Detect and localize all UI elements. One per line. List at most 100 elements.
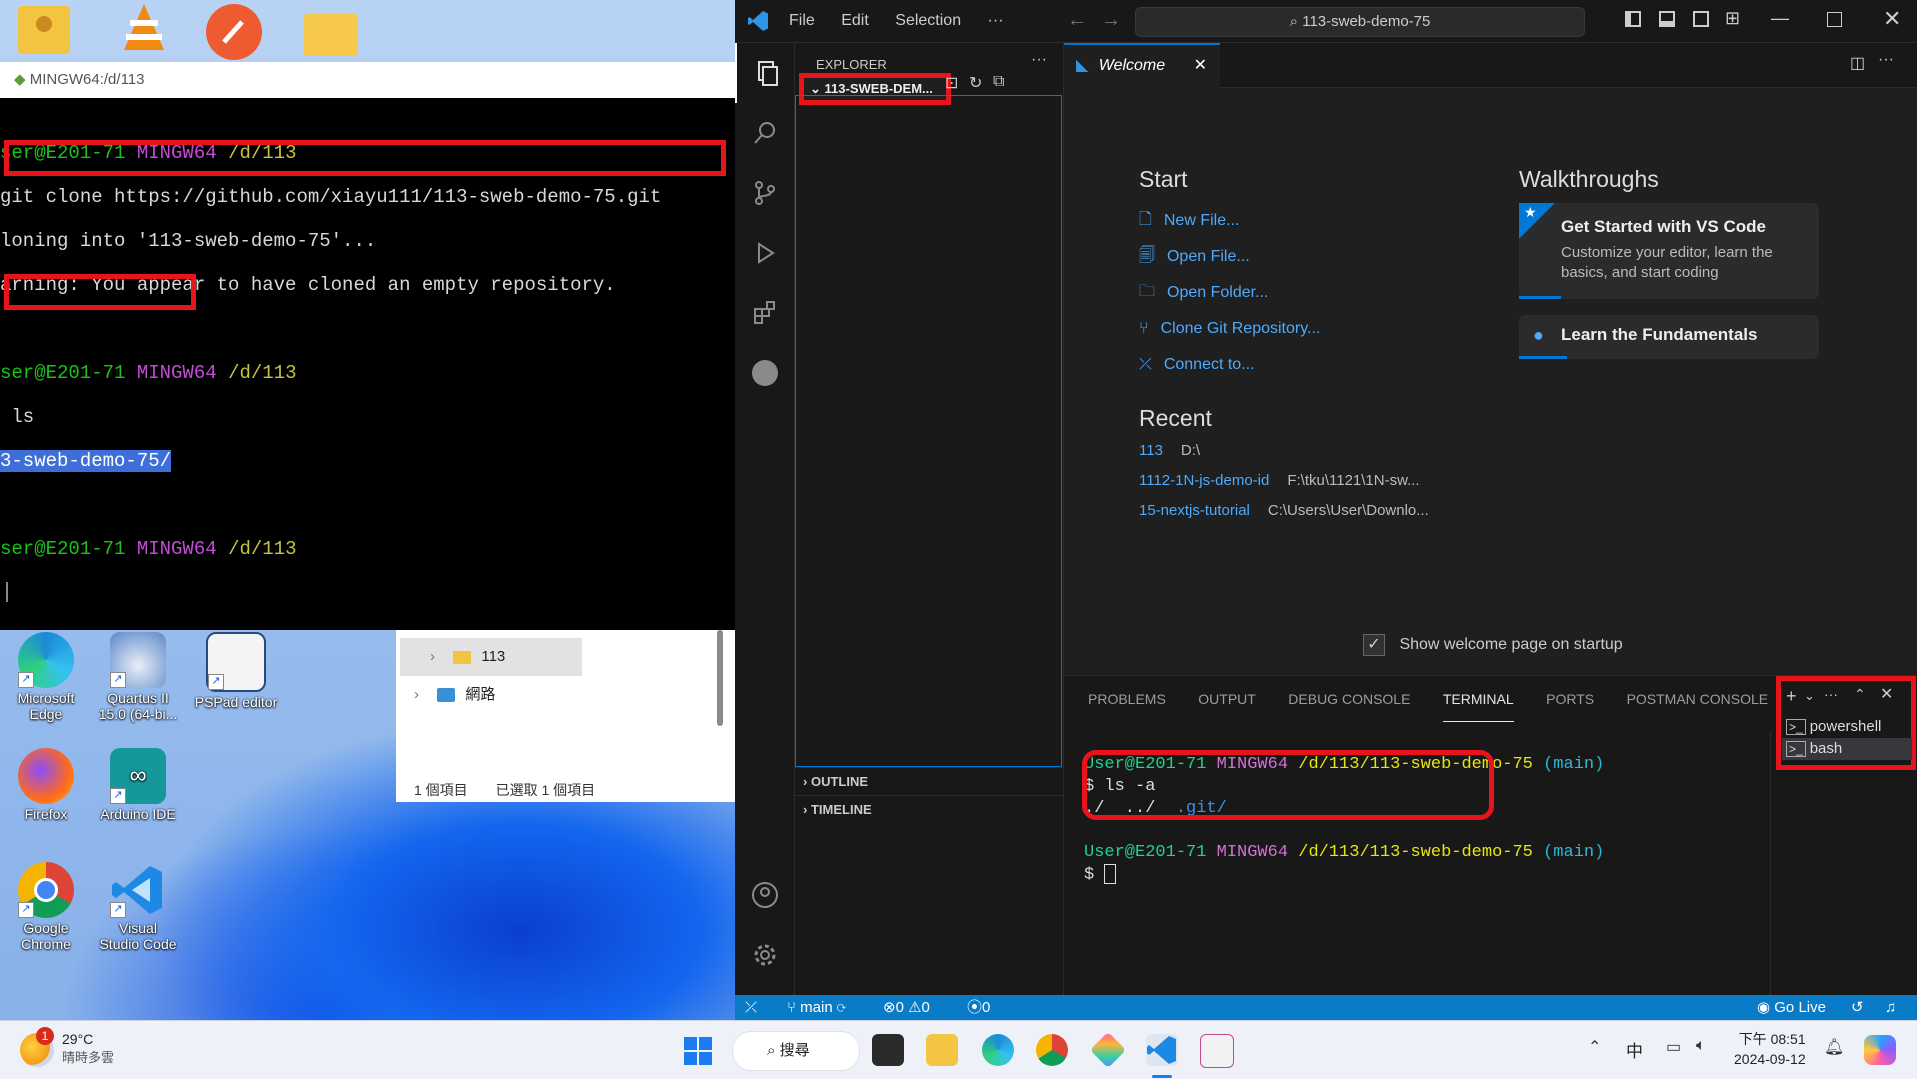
split-editor-icon[interactable]: ◫ xyxy=(1850,53,1865,73)
open-file-link[interactable]: 🗐 Open File... xyxy=(1139,239,1579,275)
folder-icon[interactable] xyxy=(304,14,358,56)
tab-terminal[interactable]: TERMINAL xyxy=(1442,677,1514,722)
refresh-icon[interactable]: ↻ xyxy=(969,73,982,93)
weather-icon[interactable]: 1 xyxy=(20,1027,54,1067)
toggle-panel-icon[interactable] xyxy=(1659,11,1675,27)
chevron-up-icon[interactable]: ⌃ xyxy=(1588,1037,1601,1057)
scrollbar[interactable] xyxy=(717,630,723,726)
close-panel-icon[interactable]: ✕ xyxy=(1880,684,1893,704)
tab-problems[interactable]: PROBLEMS xyxy=(1088,676,1166,722)
toggle-secondary-sidebar-icon[interactable] xyxy=(1693,11,1709,27)
more-actions-icon[interactable]: ··· xyxy=(1878,51,1894,69)
bell-icon[interactable]: ♫ xyxy=(1885,995,1896,1020)
recent-item[interactable]: 113 D:\ xyxy=(1139,442,1579,472)
menu-selection[interactable]: Selection xyxy=(895,0,961,42)
more-actions-icon[interactable]: ··· xyxy=(1824,686,1838,702)
sourcetree-icon[interactable] xyxy=(1089,1031,1127,1069)
menu-file[interactable]: File xyxy=(789,0,815,42)
chevron-down-icon[interactable]: ⌄ xyxy=(1804,688,1815,704)
tree-item-113[interactable]: › 113 xyxy=(400,638,582,676)
explorer-icon[interactable] xyxy=(735,43,796,103)
task-view-icon[interactable] xyxy=(872,1034,904,1066)
problems-status[interactable]: ⊗0 ⚠0 xyxy=(883,995,930,1020)
git-bash-window[interactable]: ◆ MINGW64:/d/113 ser@E201-71 MINGW64 /d/… xyxy=(0,62,735,630)
minimize-icon[interactable]: — xyxy=(1771,8,1789,29)
collapse-all-icon[interactable]: ⧉ xyxy=(993,73,1004,91)
folder-icon xyxy=(453,650,472,664)
settings-gear-icon[interactable] xyxy=(735,925,794,985)
user-folder-icon[interactable] xyxy=(18,6,70,54)
history-icon[interactable]: ↺ xyxy=(1851,995,1864,1020)
toggle-sidebar-icon[interactable] xyxy=(1625,11,1641,27)
ime-indicator[interactable]: 中 xyxy=(1626,1037,1643,1062)
volume-icon[interactable]: 🔈︎ xyxy=(1696,1037,1706,1055)
start-icon[interactable] xyxy=(684,1037,712,1065)
new-file-link[interactable]: 🗋 New File... xyxy=(1139,203,1579,239)
tab-postman-console[interactable]: POSTMAN CONSOLE xyxy=(1627,676,1769,722)
run-debug-icon[interactable] xyxy=(735,223,794,283)
remote-icon[interactable]: ⤫ xyxy=(745,995,757,1020)
edge-icon[interactable] xyxy=(982,1034,1014,1066)
tab-output[interactable]: OUTPUT xyxy=(1198,676,1256,722)
explorer-tree[interactable] xyxy=(795,95,1062,767)
walkthrough-get-started[interactable]: ★ Get Started with VS Code Customize you… xyxy=(1519,203,1819,299)
command-center-search[interactable]: ⌕ 113-sweb-demo-75 xyxy=(1135,7,1585,37)
terminal-item-powershell[interactable]: >_ powershell xyxy=(1786,716,1912,738)
forward-arrow-icon[interactable]: → xyxy=(1101,9,1121,32)
desktop-icon-arduino[interactable]: ∞ ↗ Arduino IDE xyxy=(92,748,184,822)
source-control-icon[interactable] xyxy=(735,163,794,223)
outline-section[interactable]: › OUTLINE xyxy=(795,767,1071,796)
menu-more[interactable]: ··· xyxy=(988,0,1004,42)
postman-extension-icon[interactable] xyxy=(735,343,794,403)
recent-item[interactable]: 1112-1N-js-demo-id F:\tku\1121\1N-sw... xyxy=(1139,472,1579,502)
vscode-taskbar-icon[interactable] xyxy=(1146,1034,1178,1066)
vscode-window[interactable]: File Edit Selection ··· ← → ⌕ 113-sweb-d… xyxy=(735,0,1917,1020)
open-folder-link[interactable]: 🗀 Open Folder... xyxy=(1139,275,1579,311)
show-welcome-toggle[interactable]: ✓ Show welcome page on startup xyxy=(1363,634,1623,656)
desktop-icon-chrome[interactable]: ↗ Google Chrome xyxy=(0,862,92,952)
recent-item[interactable]: 15-nextjs-tutorial C:\Users\User\Downlo..… xyxy=(1139,502,1579,532)
tab-debug-console[interactable]: DEBUG CONSOLE xyxy=(1288,676,1410,722)
go-live-button[interactable]: ◉ Go Live xyxy=(1757,995,1826,1020)
accounts-icon[interactable] xyxy=(735,865,794,925)
close-window-icon[interactable]: ✕ xyxy=(1883,6,1901,32)
maximize-panel-icon[interactable]: ⌃ xyxy=(1854,686,1866,703)
timeline-section[interactable]: › TIMELINE xyxy=(795,795,1071,824)
back-arrow-icon[interactable]: ← xyxy=(1067,9,1087,32)
chrome-icon[interactable] xyxy=(1036,1034,1068,1066)
git-bash-terminal[interactable]: ser@E201-71 MINGW64 /d/113 git clone htt… xyxy=(0,98,735,652)
clone-repo-link[interactable]: ⑂ Clone Git Repository... xyxy=(1139,311,1579,347)
branch-status[interactable]: ⑂ main ⟳ xyxy=(787,995,846,1020)
network-icon[interactable]: ▭ xyxy=(1666,1037,1681,1057)
notifications-bell-icon[interactable]: 🔔︎ xyxy=(1824,1037,1844,1057)
maximize-icon[interactable] xyxy=(1827,12,1842,27)
new-folder-icon[interactable]: ⊡ xyxy=(945,73,958,93)
more-actions-icon[interactable]: ··· xyxy=(1031,51,1047,69)
snipping-tool-icon[interactable] xyxy=(1200,1034,1234,1068)
weather-widget[interactable]: 29°C 晴時多雲 xyxy=(62,1031,114,1066)
terminal-item-bash[interactable]: >_ bash xyxy=(1782,738,1912,760)
checkbox-checked-icon[interactable]: ✓ xyxy=(1363,634,1385,656)
connect-to-link[interactable]: ⤫ Connect to... xyxy=(1139,347,1579,383)
copilot-icon[interactable] xyxy=(1864,1035,1896,1065)
clock[interactable]: 下午 08:51 2024-09-12 xyxy=(1734,1029,1806,1069)
tree-item-network[interactable]: › 網路 xyxy=(396,676,735,714)
menu-edit[interactable]: Edit xyxy=(841,0,869,42)
tab-ports[interactable]: PORTS xyxy=(1546,676,1594,722)
git-bash-titlebar[interactable]: ◆ MINGW64:/d/113 xyxy=(0,62,735,98)
extensions-icon[interactable] xyxy=(735,283,794,343)
customize-layout-icon[interactable]: ⊞ xyxy=(1725,8,1740,29)
file-explorer-icon[interactable] xyxy=(926,1034,958,1066)
taskbar-search[interactable]: ⌕ 搜尋 xyxy=(732,1031,860,1071)
close-tab-icon[interactable]: ✕ xyxy=(1194,57,1207,74)
file-explorer-window[interactable]: › 113 › 網路 1 個項目 已選取 1 個項目 xyxy=(396,630,735,802)
ports-status[interactable]: ⦿0 xyxy=(967,995,990,1020)
vlc-icon[interactable] xyxy=(116,2,172,54)
search-icon[interactable] xyxy=(735,103,794,163)
desktop-icon-vscode[interactable]: ↗ Visual Studio Code xyxy=(92,862,184,952)
new-terminal-icon[interactable]: + xyxy=(1786,686,1797,707)
walkthrough-fundamentals[interactable]: ● Learn the Fundamentals xyxy=(1519,315,1819,359)
desktop-icon-firefox[interactable]: Firefox xyxy=(0,748,92,822)
tab-welcome[interactable]: ◣ Welcome ✕ xyxy=(1064,43,1220,89)
postman-icon[interactable] xyxy=(206,4,262,60)
